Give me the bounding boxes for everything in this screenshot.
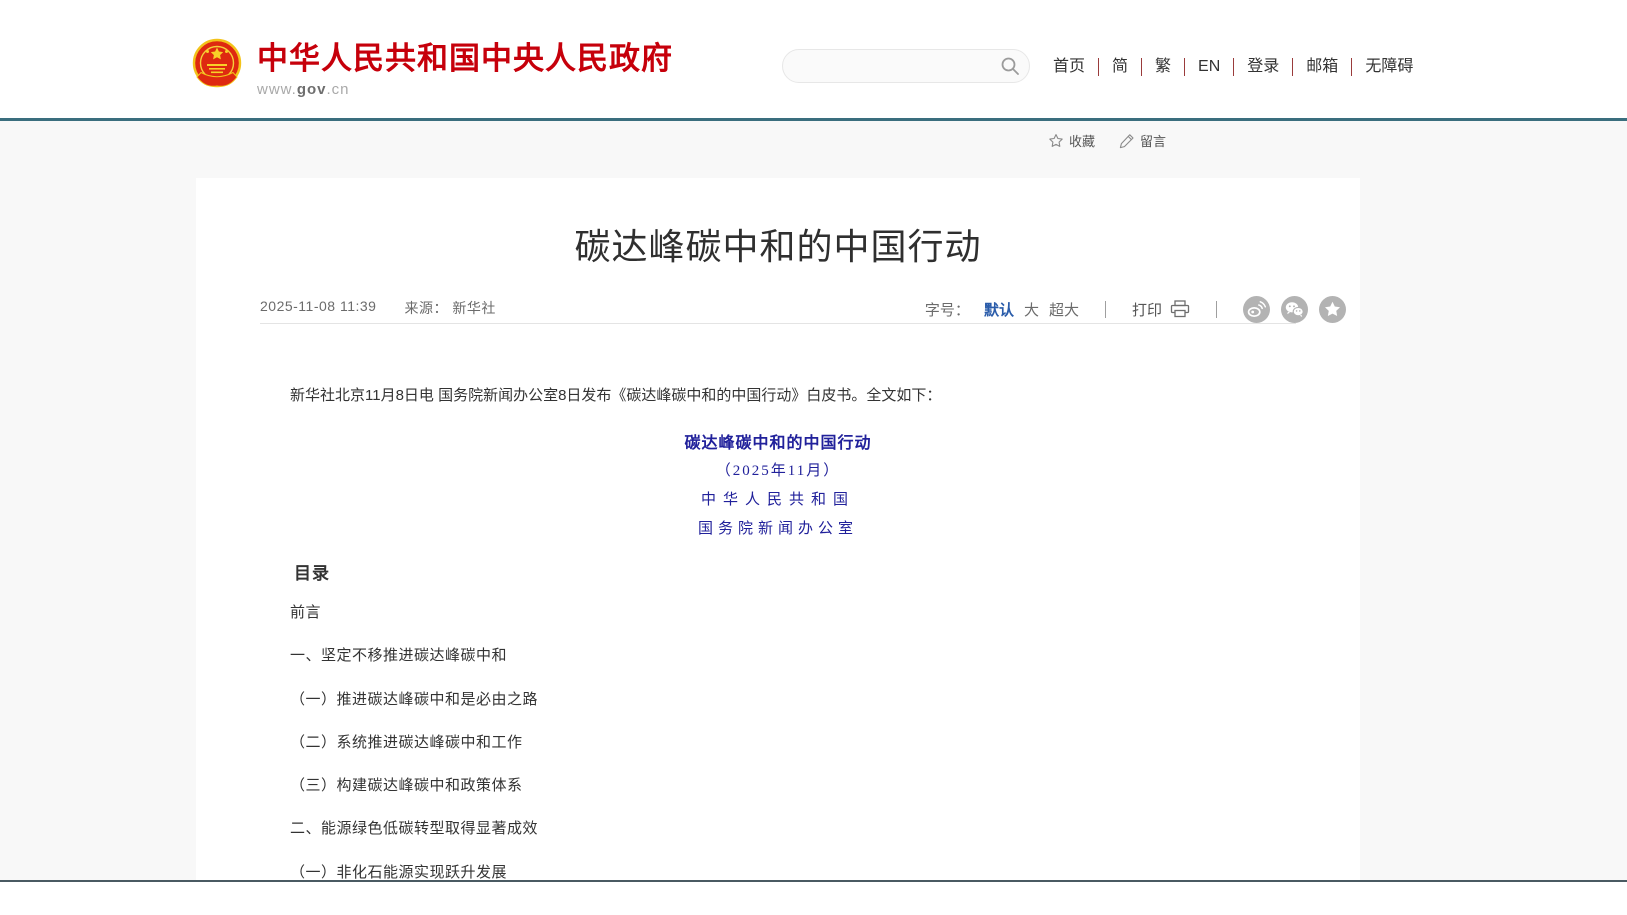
toc-item: （二）系统推进碳达峰碳中和工作 xyxy=(260,721,1296,764)
pencil-icon xyxy=(1119,133,1135,149)
favorite-label: 收藏 xyxy=(1069,131,1095,150)
nav-item-traditional[interactable]: 繁 xyxy=(1141,58,1184,76)
nav-item-home[interactable]: 首页 xyxy=(1040,58,1098,76)
nav-item-login[interactable]: 登录 xyxy=(1233,58,1292,76)
site-logo-link[interactable]: 中华人民共和国中央人民政府 www.gov.cn xyxy=(192,38,673,98)
toc-item: （三）构建碳达峰碳中和政策体系 xyxy=(260,764,1296,807)
font-size-default[interactable]: 默认 xyxy=(984,299,1014,320)
bottom-divider-line xyxy=(0,880,1627,882)
nav-item-simplified[interactable]: 简 xyxy=(1098,58,1141,76)
star-outline-icon xyxy=(1048,133,1064,149)
print-button[interactable]: 打印 xyxy=(1132,299,1190,320)
toc-item: （一）推进碳达峰碳中和是必由之路 xyxy=(260,678,1296,721)
document-org-line1: 中华人民共和国 xyxy=(196,488,1360,509)
site-url-suffix: .cn xyxy=(327,81,350,98)
comment-button[interactable]: 留言 xyxy=(1119,131,1166,150)
toc-item: 一、坚定不移推进碳达峰碳中和 xyxy=(260,634,1296,677)
toc-item: 前言 xyxy=(260,591,1296,634)
star-share-icon[interactable] xyxy=(1319,296,1346,323)
article-title: 碳达峰碳中和的中国行动 xyxy=(196,218,1360,270)
font-size-large[interactable]: 大 xyxy=(1024,299,1039,320)
article-date: 2025-11-08 11:39 xyxy=(260,298,376,318)
nav-item-english[interactable]: EN xyxy=(1184,58,1233,76)
print-label: 打印 xyxy=(1132,299,1162,320)
article-source: 来源： 新华社 xyxy=(404,298,495,318)
comment-label: 留言 xyxy=(1140,131,1166,150)
printer-icon xyxy=(1170,300,1190,318)
article-meta-right: 字号： 默认 大 超大 打印 xyxy=(925,294,1346,324)
toc-list: 前言 一、坚定不移推进碳达峰碳中和 （一）推进碳达峰碳中和是必由之路 （二）系统… xyxy=(260,591,1296,894)
site-identity: 中华人民共和国中央人民政府 www.gov.cn xyxy=(257,38,673,98)
share-icons xyxy=(1243,296,1346,323)
national-emblem-icon xyxy=(192,38,242,94)
article-lead: 新华社北京11月8日电 国务院新闻办公室8日发布《碳达峰碳中和的中国行动》白皮书… xyxy=(260,383,1296,409)
top-nav: 首页 简 繁 EN 登录 邮箱 无障碍 xyxy=(1040,54,1426,80)
toc-item: 二、能源绿色低碳转型取得显著成效 xyxy=(260,807,1296,850)
search-box xyxy=(782,49,1030,83)
toc-heading: 目录 xyxy=(260,559,330,584)
site-url-gov: gov xyxy=(297,81,327,98)
document-date: （2025年11月） xyxy=(196,459,1360,480)
nav-item-mail[interactable]: 邮箱 xyxy=(1292,58,1351,76)
article-meta-left: 2025-11-08 11:39 来源： 新华社 xyxy=(260,298,496,318)
toc-item: （一）非化石能源实现跃升发展 xyxy=(260,851,1296,894)
search-input[interactable] xyxy=(799,50,989,82)
site-header: 中华人民共和国中央人民政府 www.gov.cn 首页 简 繁 EN 登录 邮箱… xyxy=(0,0,1627,118)
meta-divider-line xyxy=(260,323,1296,324)
font-size-label: 字号： xyxy=(925,299,970,320)
source-value: 新华社 xyxy=(452,300,496,316)
favorite-button[interactable]: 收藏 xyxy=(1048,131,1095,150)
nav-item-accessibility[interactable]: 无障碍 xyxy=(1351,58,1426,76)
page-canvas: 中华人民共和国中央人民政府 www.gov.cn 首页 简 繁 EN 登录 邮箱… xyxy=(0,0,1627,915)
weibo-share-icon[interactable] xyxy=(1243,296,1270,323)
site-url: www.gov.cn xyxy=(257,81,673,98)
search-icon[interactable] xyxy=(1000,56,1020,76)
source-label: 来源： xyxy=(404,300,448,316)
document-org-line2: 国务院新闻办公室 xyxy=(196,517,1360,538)
meta-separator xyxy=(1216,301,1217,318)
article-meta-row: 2025-11-08 11:39 来源： 新华社 字号： 默认 大 超大 打印 xyxy=(260,294,1346,324)
font-size-xlarge[interactable]: 超大 xyxy=(1049,299,1079,320)
wechat-share-icon[interactable] xyxy=(1281,296,1308,323)
article-card: 碳达峰碳中和的中国行动 2025-11-08 11:39 来源： 新华社 字号：… xyxy=(196,178,1360,880)
meta-separator xyxy=(1105,301,1106,318)
site-url-prefix: www. xyxy=(257,81,297,98)
document-title: 碳达峰碳中和的中国行动 xyxy=(196,429,1360,453)
page-actions: 收藏 留言 xyxy=(1048,131,1166,150)
site-title: 中华人民共和国中央人民政府 xyxy=(257,42,673,76)
